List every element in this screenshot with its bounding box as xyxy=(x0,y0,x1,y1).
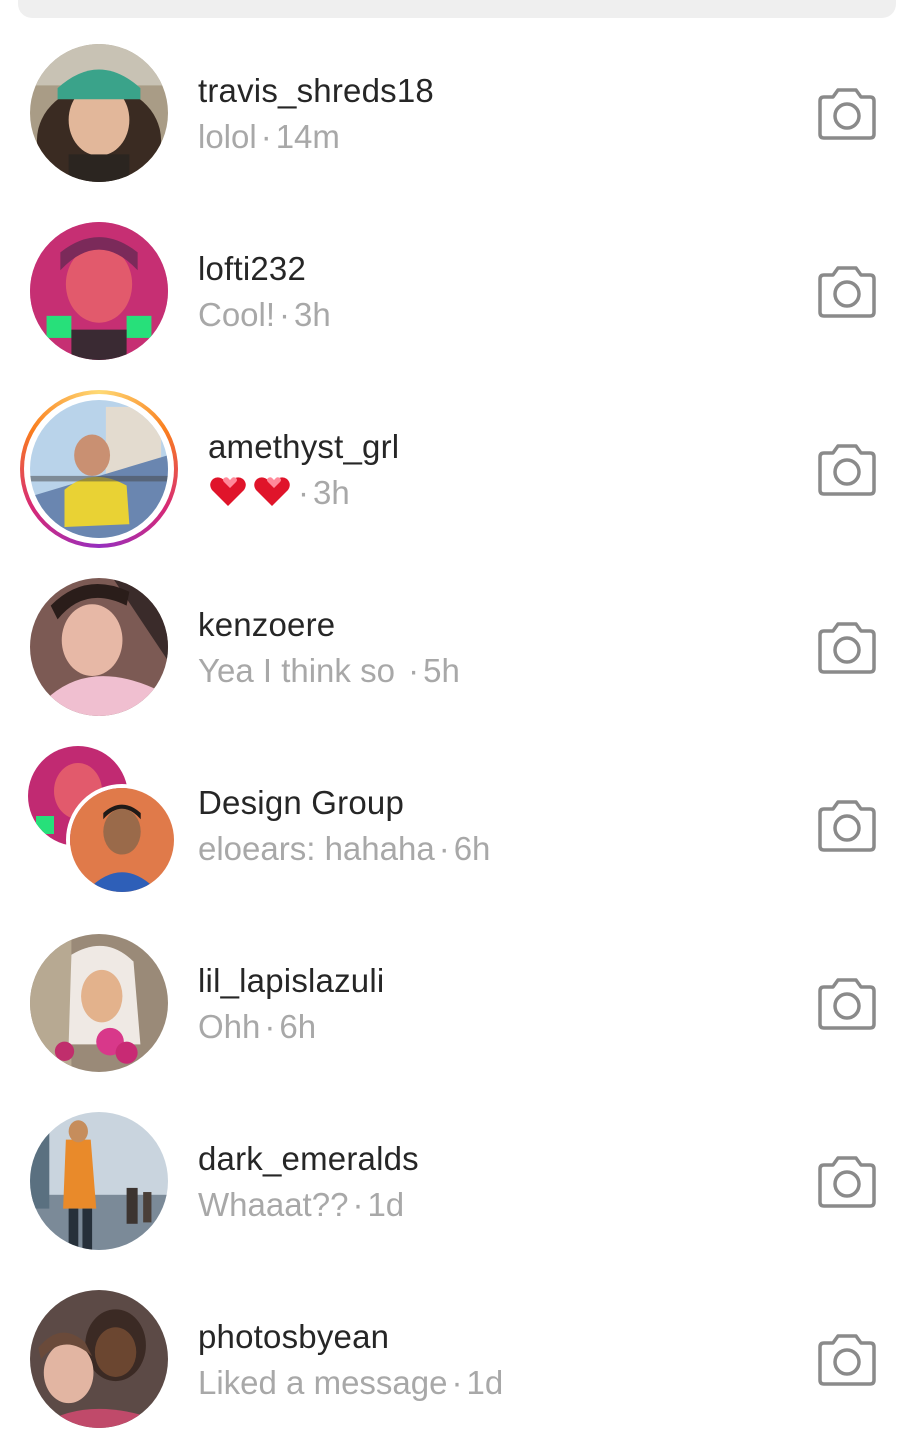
thread-row-kenzoere[interactable]: kenzoere Yea I think so · 5h xyxy=(0,558,901,736)
camera-button[interactable] xyxy=(814,1326,880,1392)
message-preview: eloears: hahaha xyxy=(198,830,435,867)
thread-preview: Yea I think so · 5h xyxy=(198,652,460,690)
separator-dot: · xyxy=(352,1186,364,1223)
avatar-photo xyxy=(30,44,168,182)
message-preview: Ohh xyxy=(198,1008,261,1045)
thread-username: Design Group xyxy=(198,784,405,821)
camera-icon xyxy=(818,978,876,1030)
thread-preview: lolol · 14m xyxy=(198,118,340,156)
thread-row-lofti232[interactable]: lofti232 Cool! · 3h xyxy=(0,202,901,380)
avatar-photo xyxy=(30,1290,168,1428)
timestamp: 3h xyxy=(313,474,350,511)
separator-dot: · xyxy=(260,118,272,155)
thread-row-travis-shreds18[interactable]: travis_shreds18 lolol · 14m xyxy=(0,24,901,202)
timestamp: 6h xyxy=(279,1008,317,1045)
timestamp: 14m xyxy=(275,118,340,155)
avatar-photo xyxy=(30,578,168,716)
search-bar[interactable] xyxy=(18,0,896,18)
separator-dot: · xyxy=(408,652,420,689)
avatar[interactable] xyxy=(30,578,168,716)
avatar-photo xyxy=(30,934,168,1072)
thread-preview: Cool! · 3h xyxy=(198,296,331,334)
thread-username: lofti232 xyxy=(198,250,307,287)
thread-username: dark_emeralds xyxy=(198,1140,419,1177)
message-preview: Whaaat?? xyxy=(198,1186,349,1223)
avatar xyxy=(30,400,168,538)
camera-button[interactable] xyxy=(814,970,880,1036)
avatar[interactable] xyxy=(30,934,168,1072)
avatar-photo xyxy=(30,1112,168,1250)
thread-row-dark-emeralds[interactable]: dark_emeralds Whaaat?? · 1d xyxy=(0,1092,901,1270)
camera-icon xyxy=(818,622,876,674)
thread-row-lil-lapislazuli[interactable]: lil_lapislazuli Ohh · 6h xyxy=(0,914,901,1092)
timestamp: 5h xyxy=(423,652,460,689)
camera-icon xyxy=(818,444,876,496)
thread-row-design-group[interactable]: Design Group eloears: hahaha · 6h xyxy=(0,736,901,914)
camera-icon xyxy=(818,88,876,140)
separator-dot: · xyxy=(264,1008,276,1045)
camera-icon xyxy=(818,266,876,318)
separator-dot: · xyxy=(279,296,291,333)
thread-row-photosbyean[interactable]: photosbyean Liked a message · 1d xyxy=(0,1270,901,1448)
camera-icon xyxy=(818,1334,876,1386)
separator-dot: · xyxy=(298,474,309,511)
camera-button[interactable] xyxy=(814,614,880,680)
avatar-photo xyxy=(30,400,168,538)
two-hearts-emoji-icon xyxy=(208,474,294,516)
thread-preview: eloears: hahaha · 6h xyxy=(198,830,490,868)
thread-list: travis_shreds18 lolol · 14m lofti232 Coo… xyxy=(0,24,901,1448)
avatar-photo xyxy=(30,222,168,360)
camera-icon xyxy=(818,1156,876,1208)
camera-button[interactable] xyxy=(814,792,880,858)
separator-dot: · xyxy=(451,1364,463,1401)
thread-preview: Liked a message · 1d xyxy=(198,1364,503,1402)
thread-username: lil_lapislazuli xyxy=(198,962,385,999)
message-preview: lolol xyxy=(198,118,257,155)
avatar[interactable] xyxy=(30,222,168,360)
thread-preview: Whaaat?? · 1d xyxy=(198,1186,404,1224)
timestamp: 1d xyxy=(367,1186,405,1223)
message-preview: Cool! xyxy=(198,296,276,333)
avatar[interactable] xyxy=(30,1112,168,1250)
story-ring-avatar[interactable] xyxy=(20,390,178,548)
thread-username: kenzoere xyxy=(198,606,336,643)
timestamp: 6h xyxy=(453,830,491,867)
timestamp: 3h xyxy=(294,296,331,333)
camera-button[interactable] xyxy=(814,258,880,324)
thread-username: amethyst_grl xyxy=(208,428,400,465)
thread-preview: · 3h xyxy=(208,474,350,516)
group-member-avatar-front xyxy=(66,784,178,896)
thread-preview: Ohh · 6h xyxy=(198,1008,316,1046)
avatar[interactable] xyxy=(30,1290,168,1428)
separator-dot: · xyxy=(438,830,450,867)
camera-button[interactable] xyxy=(814,436,880,502)
camera-button[interactable] xyxy=(814,1148,880,1214)
message-preview: Yea I think so xyxy=(198,652,405,689)
avatar[interactable] xyxy=(30,44,168,182)
message-preview: Liked a message xyxy=(198,1364,448,1401)
thread-row-amethyst-grl[interactable]: amethyst_grl · 3h xyxy=(0,380,901,558)
timestamp: 1d xyxy=(466,1364,504,1401)
thread-username: travis_shreds18 xyxy=(198,72,434,109)
avatar-photo xyxy=(70,788,174,892)
camera-icon xyxy=(818,800,876,852)
thread-username: photosbyean xyxy=(198,1318,390,1355)
camera-button[interactable] xyxy=(814,80,880,146)
group-avatar[interactable] xyxy=(28,746,178,896)
